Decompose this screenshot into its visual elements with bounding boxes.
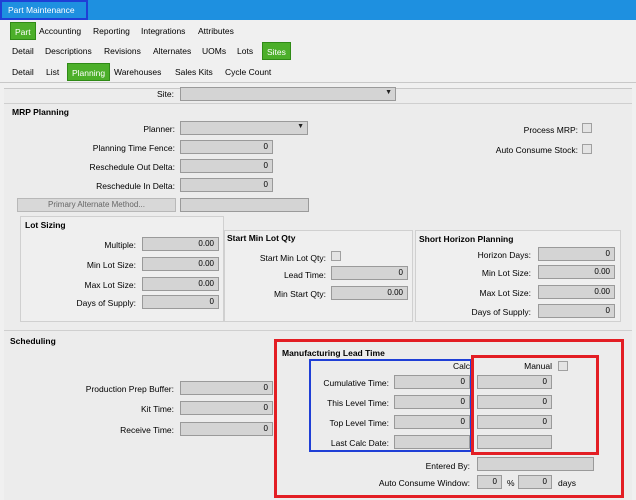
horizon-days-field[interactable]: 0 — [538, 247, 615, 261]
divider — [4, 103, 632, 104]
primary-alternate-method-button[interactable]: Primary Alternate Method... — [17, 198, 176, 212]
calc-column-highlight-box — [309, 359, 472, 452]
manual-column-highlight-box — [471, 355, 599, 455]
production-prep-buffer-field[interactable]: 0 — [180, 381, 273, 395]
tab-cycle-count[interactable]: Cycle Count — [221, 63, 275, 81]
auto-consume-stock-label: Auto Consume Stock: — [495, 145, 578, 155]
auto-consume-stock-checkbox[interactable] — [582, 144, 592, 154]
tab-sales-kits[interactable]: Sales Kits — [171, 63, 217, 81]
tab-sites[interactable]: Sites — [262, 42, 291, 60]
horizon-days-label: Horizon Days: — [477, 250, 531, 260]
tab-descriptions[interactable]: Descriptions — [41, 42, 96, 60]
lead-time-label: Lead Time: — [283, 270, 326, 280]
horizon-max-lot-field[interactable]: 0.00 — [538, 285, 615, 299]
tab-uoms[interactable]: UOMs — [198, 42, 230, 60]
title-highlight-box — [0, 0, 88, 20]
min-lot-size-label: Min Lot Size: — [86, 260, 136, 270]
reschedule-in-label: Reschedule In Delta: — [96, 181, 175, 191]
main-tab-bar: Part Accounting Reporting Integrations A… — [0, 20, 636, 42]
tab-reporting[interactable]: Reporting — [89, 22, 134, 40]
tab-site-list[interactable]: List — [42, 63, 63, 81]
scheduling-title: Scheduling — [10, 336, 56, 346]
chevron-down-icon: ▼ — [385, 89, 392, 96]
receive-time-field[interactable]: 0 — [180, 422, 273, 436]
start-min-lot-qty-checkbox[interactable] — [331, 251, 341, 261]
production-prep-buffer-label: Production Prep Buffer: — [85, 384, 174, 394]
reschedule-out-label: Reschedule Out Delta: — [89, 162, 175, 172]
reschedule-in-field[interactable]: 0 — [180, 178, 273, 192]
part-sub-tab-bar: Detail Descriptions Revisions Alternates… — [0, 40, 636, 62]
tab-site-detail[interactable]: Detail — [8, 63, 38, 81]
tab-lots[interactable]: Lots — [233, 42, 257, 60]
divider — [4, 330, 632, 331]
days-of-supply-field[interactable]: 0 — [142, 295, 219, 309]
tab-alternates[interactable]: Alternates — [149, 42, 195, 60]
multiple-label: Multiple: — [104, 240, 136, 250]
tab-planning[interactable]: Planning — [67, 63, 111, 81]
kit-time-field[interactable]: 0 — [180, 401, 273, 415]
process-mrp-checkbox[interactable] — [582, 123, 592, 133]
tab-part[interactable]: Part — [10, 22, 36, 40]
planner-label: Planner: — [143, 124, 175, 134]
reschedule-out-field[interactable]: 0 — [180, 159, 273, 173]
horizon-min-lot-label: Min Lot Size: — [481, 268, 531, 278]
planning-time-fence-field[interactable]: 0 — [180, 140, 273, 154]
tab-revisions[interactable]: Revisions — [100, 42, 145, 60]
multiple-field[interactable]: 0.00 — [142, 237, 219, 251]
lead-time-field[interactable]: 0 — [331, 266, 408, 280]
receive-time-label: Receive Time: — [120, 425, 174, 435]
min-start-qty-label: Min Start Qty: — [274, 289, 326, 299]
kit-time-label: Kit Time: — [140, 404, 174, 414]
tab-warehouses[interactable]: Warehouses — [110, 63, 165, 81]
planning-time-fence-label: Planning Time Fence: — [92, 143, 175, 153]
start-min-lot-title: Start Min Lot Qty — [227, 233, 296, 243]
horizon-days-supply-label: Days of Supply: — [471, 307, 531, 317]
planner-select[interactable]: ▼ — [180, 121, 308, 135]
process-mrp-label: Process MRP: — [523, 125, 578, 135]
site-sub-tab-bar: Detail List Planning Warehouses Sales Ki… — [0, 61, 636, 83]
max-lot-size-label: Max Lot Size: — [84, 280, 137, 290]
min-start-qty-field[interactable]: 0.00 — [331, 286, 408, 300]
site-label: Site: — [156, 89, 174, 99]
start-min-lot-qty-label: Start Min Lot Qty: — [259, 253, 326, 263]
horizon-min-lot-field[interactable]: 0.00 — [538, 265, 615, 279]
lot-sizing-title: Lot Sizing — [25, 220, 66, 230]
window-title-bar: Part Maintenance — [0, 0, 636, 20]
tab-integrations[interactable]: Integrations — [137, 22, 189, 40]
site-select[interactable]: ▼ — [180, 87, 396, 101]
days-of-supply-label: Days of Supply: — [76, 298, 136, 308]
horizon-max-lot-label: Max Lot Size: — [479, 288, 532, 298]
min-lot-size-field[interactable]: 0.00 — [142, 257, 219, 271]
mrp-section-title: MRP Planning — [12, 107, 69, 117]
primary-alternate-method-field[interactable] — [180, 198, 309, 212]
horizon-days-supply-field[interactable]: 0 — [538, 304, 615, 318]
chevron-down-icon: ▼ — [297, 123, 304, 130]
tab-accounting[interactable]: Accounting — [35, 22, 85, 40]
max-lot-size-field[interactable]: 0.00 — [142, 277, 219, 291]
tab-detail[interactable]: Detail — [8, 42, 38, 60]
short-horizon-title: Short Horizon Planning — [419, 234, 514, 244]
tab-attributes[interactable]: Attributes — [194, 22, 238, 40]
